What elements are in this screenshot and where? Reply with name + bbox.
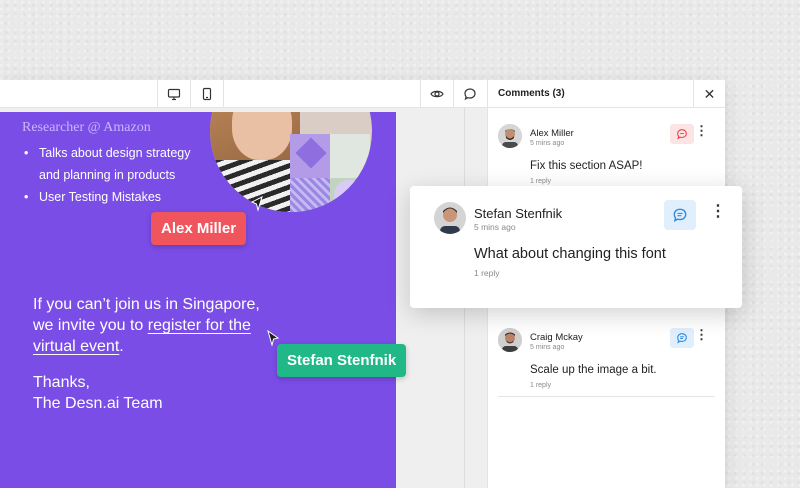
comment-status-button[interactable] <box>664 200 696 230</box>
more-options-icon[interactable]: ⋮ <box>695 328 708 341</box>
comment-time: 5 mins ago <box>530 140 565 147</box>
comment-item[interactable]: Alex Miller 5 mins ago ⋮ Fix this sectio… <box>498 124 714 194</box>
comment-status-button[interactable] <box>670 124 694 144</box>
reply-count[interactable]: 1 reply <box>530 382 551 389</box>
more-options-icon[interactable]: ⋮ <box>710 204 726 220</box>
mobile-view-button[interactable] <box>190 80 222 108</box>
comment-text: Scale up the image a bit. <box>530 364 657 376</box>
bullet-item: User Testing Mistakes <box>24 186 204 208</box>
reply-count[interactable]: 1 reply <box>530 178 551 185</box>
comment-author: Stefan Stenfnik <box>474 206 563 221</box>
comments-header: Comments (3) ✕ <box>488 80 725 108</box>
comment-author: Craig Mckay <box>530 332 583 343</box>
comment-status-button[interactable] <box>670 328 694 348</box>
comment-author: Alex Miller <box>530 128 574 139</box>
cursor-tag-stefan: Stefan Stenfnik <box>277 344 407 377</box>
comments-title: Comments (3) <box>498 88 565 99</box>
cursor-tag-alex: Alex Miller <box>151 212 247 245</box>
toolbar-divider <box>223 80 224 108</box>
virtual-event-link[interactable]: virtual event <box>33 338 119 355</box>
comment-time: 5 mins ago <box>530 344 565 351</box>
eye-icon <box>429 90 444 98</box>
avatar <box>498 124 522 148</box>
speaker-role: Researcher @ Amazon <box>22 120 151 135</box>
comment-icon <box>677 129 687 140</box>
divider <box>498 396 715 397</box>
comment-icon <box>463 88 476 101</box>
cursor-arrow-icon <box>250 196 263 212</box>
cursor-arrow-icon <box>267 330 280 346</box>
toolbar <box>0 80 487 108</box>
slide[interactable]: Researcher @ Amazon Talks about design s… <box>0 112 396 488</box>
signoff-text: Thanks, The Desn.ai Team <box>33 374 163 412</box>
bullet-list: Talks about design strategy and planning… <box>24 142 204 208</box>
more-options-icon[interactable]: ⋮ <box>695 124 708 137</box>
invite-text: If you can’t join us in Singapore, we in… <box>33 296 260 355</box>
bullet-item: Talks about design strategy and planning… <box>24 142 204 186</box>
comment-item[interactable]: Craig Mckay 5 mins ago ⋮ Scale up the im… <box>498 328 714 394</box>
close-icon: ✕ <box>703 85 716 102</box>
avatar <box>498 328 522 352</box>
avatar <box>434 202 466 234</box>
comment-time: 5 mins ago <box>474 222 516 232</box>
reply-count[interactable]: 1 reply <box>474 268 500 278</box>
desktop-icon <box>167 88 180 101</box>
close-comments-button[interactable]: ✕ <box>693 80 725 108</box>
comment-text: What about changing this font <box>474 246 666 262</box>
mobile-icon <box>202 87 211 101</box>
comment-icon <box>677 333 687 344</box>
register-link[interactable]: register for the <box>148 317 251 334</box>
comments-toggle-button[interactable] <box>453 80 485 108</box>
comment-icon <box>673 208 687 223</box>
desktop-view-button[interactable] <box>157 80 189 108</box>
comment-text: Fix this section ASAP! <box>530 160 643 172</box>
preview-button[interactable] <box>420 80 452 108</box>
speaker-photo <box>210 112 372 212</box>
focused-comment-card[interactable]: Stefan Stenfnik 5 mins ago ⋮ What about … <box>410 186 742 308</box>
